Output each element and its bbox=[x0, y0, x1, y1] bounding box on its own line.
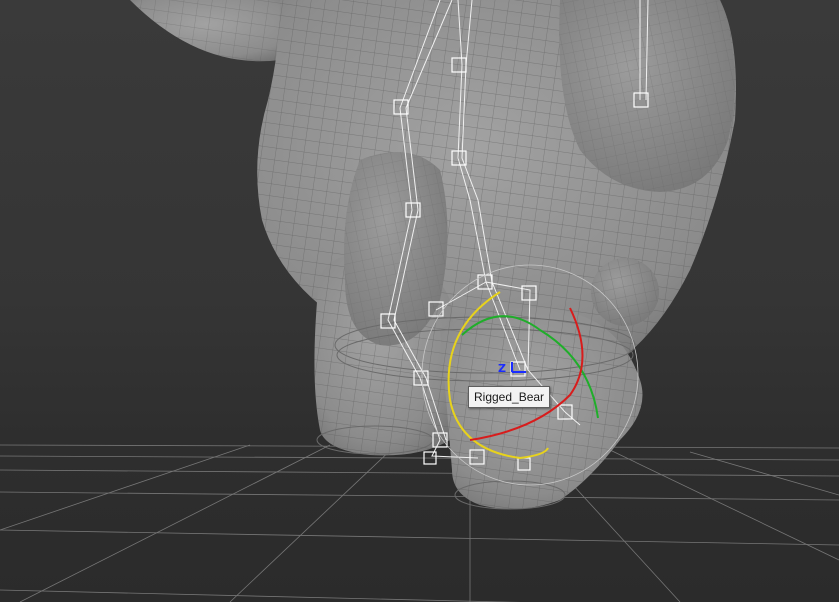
object-name-tooltip: Rigged_Bear bbox=[468, 386, 551, 408]
gizmo-z-axis-label: Z bbox=[498, 362, 506, 375]
viewport-scene[interactable] bbox=[0, 0, 839, 602]
3d-viewport[interactable]: Z Rigged_Bear bbox=[0, 0, 839, 602]
ground-grid bbox=[0, 444, 839, 602]
